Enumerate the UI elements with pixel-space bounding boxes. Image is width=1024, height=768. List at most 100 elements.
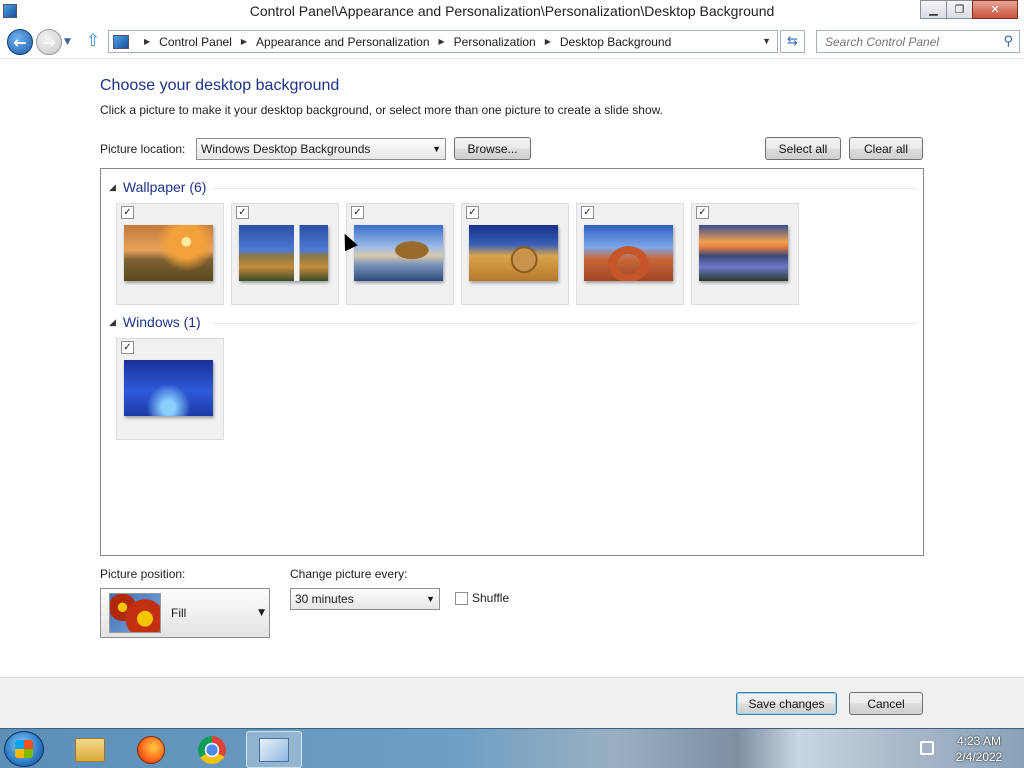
group-divider <box>213 323 917 324</box>
tile-checkbox[interactable]: ✓ <box>121 206 134 219</box>
taskbar-firefox[interactable] <box>123 731 179 768</box>
delicate-arch-thumbnail <box>584 225 673 281</box>
restore-button[interactable]: ❐ <box>946 0 973 19</box>
breadcrumb-item-control-panel[interactable]: Control Panel <box>159 35 232 49</box>
change-picture-interval-select[interactable]: 30 minutes ▼ <box>290 588 440 610</box>
navigation-bar: ← → ▼ ⇧ ▶ Control Panel ▶ Appearance and… <box>0 25 1024 59</box>
tile-checkbox[interactable]: ✓ <box>696 206 709 219</box>
picture-position-value: Fill <box>171 606 187 620</box>
tile-checkbox[interactable]: ✓ <box>581 206 594 219</box>
up-button[interactable]: ⇧ <box>86 31 100 51</box>
refresh-icon: ⇆ <box>787 34 798 49</box>
picture-position-select[interactable]: Fill ▼ <box>100 588 270 638</box>
close-button[interactable]: ✕ <box>972 0 1018 19</box>
system-tray: 4:23 AM 2/4/2022 <box>914 729 1024 768</box>
tile-checkbox[interactable]: ✓ <box>466 206 479 219</box>
lighthouse-thumbnail <box>239 225 328 281</box>
collapse-triangle-icon: ◢ <box>109 316 116 327</box>
title-bar: Control Panel\Appearance and Personaliza… <box>0 0 1024 25</box>
taskbar: 4:23 AM 2/4/2022 <box>0 728 1024 768</box>
cancel-button[interactable]: Cancel <box>849 692 923 715</box>
shuffle-checkbox[interactable] <box>455 591 468 605</box>
wallpaper-tile[interactable]: ✓ <box>461 203 569 305</box>
clock-time[interactable]: 4:23 AM <box>944 734 1014 748</box>
dialog-footer: Save changes Cancel <box>0 677 1024 729</box>
change-picture-value: 30 minutes <box>295 592 354 606</box>
tile-checkbox[interactable]: ✓ <box>236 206 249 219</box>
taskbar-control-panel[interactable] <box>246 731 302 768</box>
group-header-windows[interactable]: ◢ Windows (1) <box>109 314 201 330</box>
main-content: Choose your desktop background Click a p… <box>0 60 1024 677</box>
group-header-wallpaper[interactable]: ◢ Wallpaper (6) <box>109 179 206 195</box>
wallpaper-tile[interactable]: ✓ <box>116 338 224 440</box>
window-controls: ▁ ❐ ✕ <box>920 0 1018 19</box>
windows-logo-icon <box>15 740 33 758</box>
wallpaper-tile[interactable]: ✓ <box>346 203 454 305</box>
wallpaper-tile[interactable]: ✓ <box>116 203 224 305</box>
group-title: Windows (1) <box>122 314 201 330</box>
wallpaper-tile[interactable]: ✓ <box>576 203 684 305</box>
lupine-lake-thumbnail <box>699 225 788 281</box>
control-panel-icon <box>113 34 129 49</box>
picture-location-select[interactable]: Windows Desktop Backgrounds ▼ <box>196 138 446 160</box>
recent-pages-dropdown[interactable]: ▼ <box>64 37 71 47</box>
breadcrumb-item-appearance[interactable]: Appearance and Personalization <box>256 35 429 49</box>
picture-location-value: Windows Desktop Backgrounds <box>201 142 371 156</box>
shuffle-option[interactable]: Shuffle <box>455 591 509 605</box>
forward-arrow-icon: → <box>42 32 56 52</box>
firefox-icon <box>137 735 165 764</box>
search-icon[interactable]: ⚲ <box>1003 34 1013 49</box>
search-input[interactable] <box>817 31 987 52</box>
windows-blue-thumbnail <box>124 360 213 416</box>
file-explorer-icon <box>75 737 105 762</box>
picture-position-label: Picture position: <box>100 567 186 581</box>
close-icon: ✕ <box>990 3 1000 16</box>
select-all-button[interactable]: Select all <box>765 137 841 160</box>
picture-location-label: Picture location: <box>100 142 186 156</box>
chevron-down-icon: ▼ <box>258 608 265 618</box>
clear-all-button[interactable]: Clear all <box>849 137 923 160</box>
forward-button[interactable]: → <box>36 29 62 55</box>
clock-date[interactable]: 2/4/2022 <box>944 750 1014 764</box>
minimize-button[interactable]: ▁ <box>920 0 947 19</box>
haystack-rock-thumbnail <box>354 225 443 281</box>
group-divider <box>213 188 917 189</box>
picture-gallery: ◢ Wallpaper (6) ✓ ✓ ✓ ✓ ✓ ✓ ◢ Windows (1… <box>100 168 924 556</box>
position-preview-image <box>109 593 161 633</box>
group-title: Wallpaper (6) <box>122 179 207 195</box>
back-arrow-icon: ← <box>13 32 27 52</box>
breadcrumb-item-desktop-background[interactable]: Desktop Background <box>560 35 671 49</box>
network-icon[interactable] <box>920 741 934 755</box>
address-dropdown-icon[interactable]: ▼ <box>762 36 771 46</box>
chevron-down-icon: ▼ <box>426 594 435 604</box>
taskbar-file-explorer[interactable] <box>62 731 118 768</box>
wallpaper-tile[interactable]: ✓ <box>231 203 339 305</box>
collapse-triangle-icon: ◢ <box>109 181 116 192</box>
tile-checkbox[interactable]: ✓ <box>351 206 364 219</box>
save-changes-button[interactable]: Save changes <box>736 692 837 715</box>
browse-button[interactable]: Browse... <box>454 137 531 160</box>
taskbar-chrome[interactable] <box>184 731 240 768</box>
breadcrumb-item-personalization[interactable]: Personalization <box>454 35 536 49</box>
page-description: Click a picture to make it your desktop … <box>100 103 663 117</box>
search-box: ⚲ <box>816 30 1020 53</box>
chrome-icon <box>198 735 226 764</box>
control-panel-icon <box>259 737 289 762</box>
start-button[interactable] <box>4 731 44 767</box>
tile-checkbox[interactable]: ✓ <box>121 341 134 354</box>
refresh-button[interactable]: ⇆ <box>780 30 805 53</box>
breadcrumb-separator-icon[interactable]: ▶ <box>439 37 445 46</box>
breadcrumb[interactable]: ▶ Control Panel ▶ Appearance and Persona… <box>108 30 778 53</box>
chevron-down-icon: ▼ <box>432 144 441 154</box>
up-arrow-icon: ⇧ <box>86 31 101 51</box>
breadcrumb-separator-icon[interactable]: ▶ <box>241 37 247 46</box>
wallpaper-tile[interactable]: ✓ <box>691 203 799 305</box>
back-button[interactable]: ← <box>7 29 33 55</box>
restore-icon: ❐ <box>954 3 965 16</box>
minimize-icon: ▁ <box>929 3 938 16</box>
window-title: Control Panel\Appearance and Personaliza… <box>249 3 775 19</box>
change-picture-label: Change picture every: <box>290 567 408 581</box>
breadcrumb-separator-icon[interactable]: ▶ <box>545 37 551 46</box>
breadcrumb-separator-icon[interactable]: ▶ <box>144 37 150 46</box>
hay-bale-thumbnail <box>469 225 558 281</box>
